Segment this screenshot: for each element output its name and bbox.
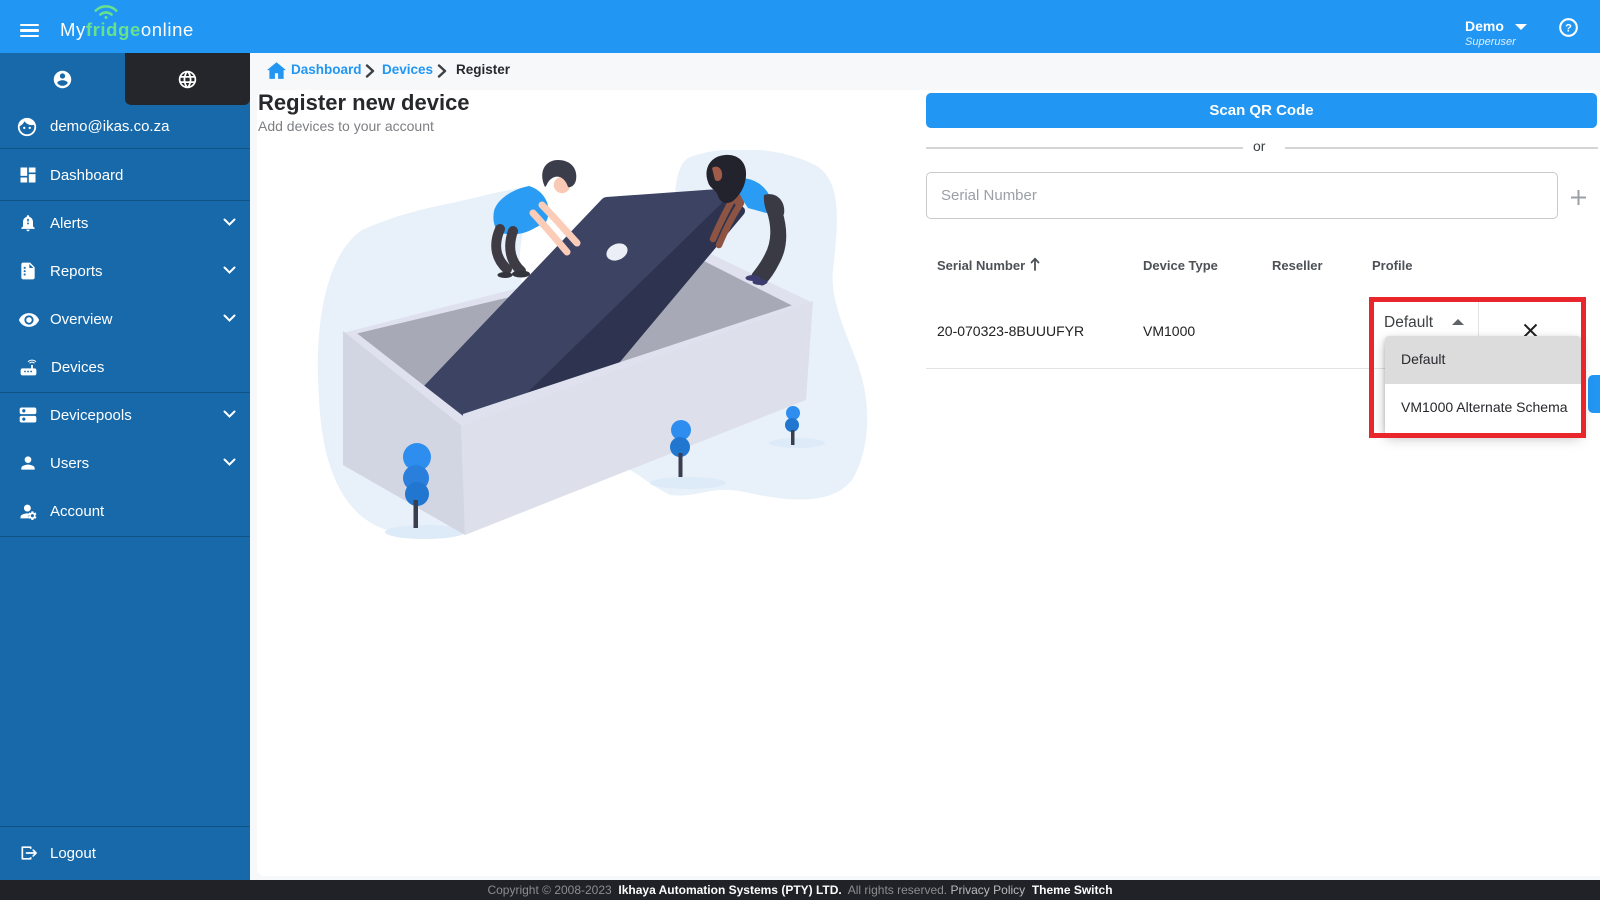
svg-text:?: ? — [1565, 22, 1572, 34]
